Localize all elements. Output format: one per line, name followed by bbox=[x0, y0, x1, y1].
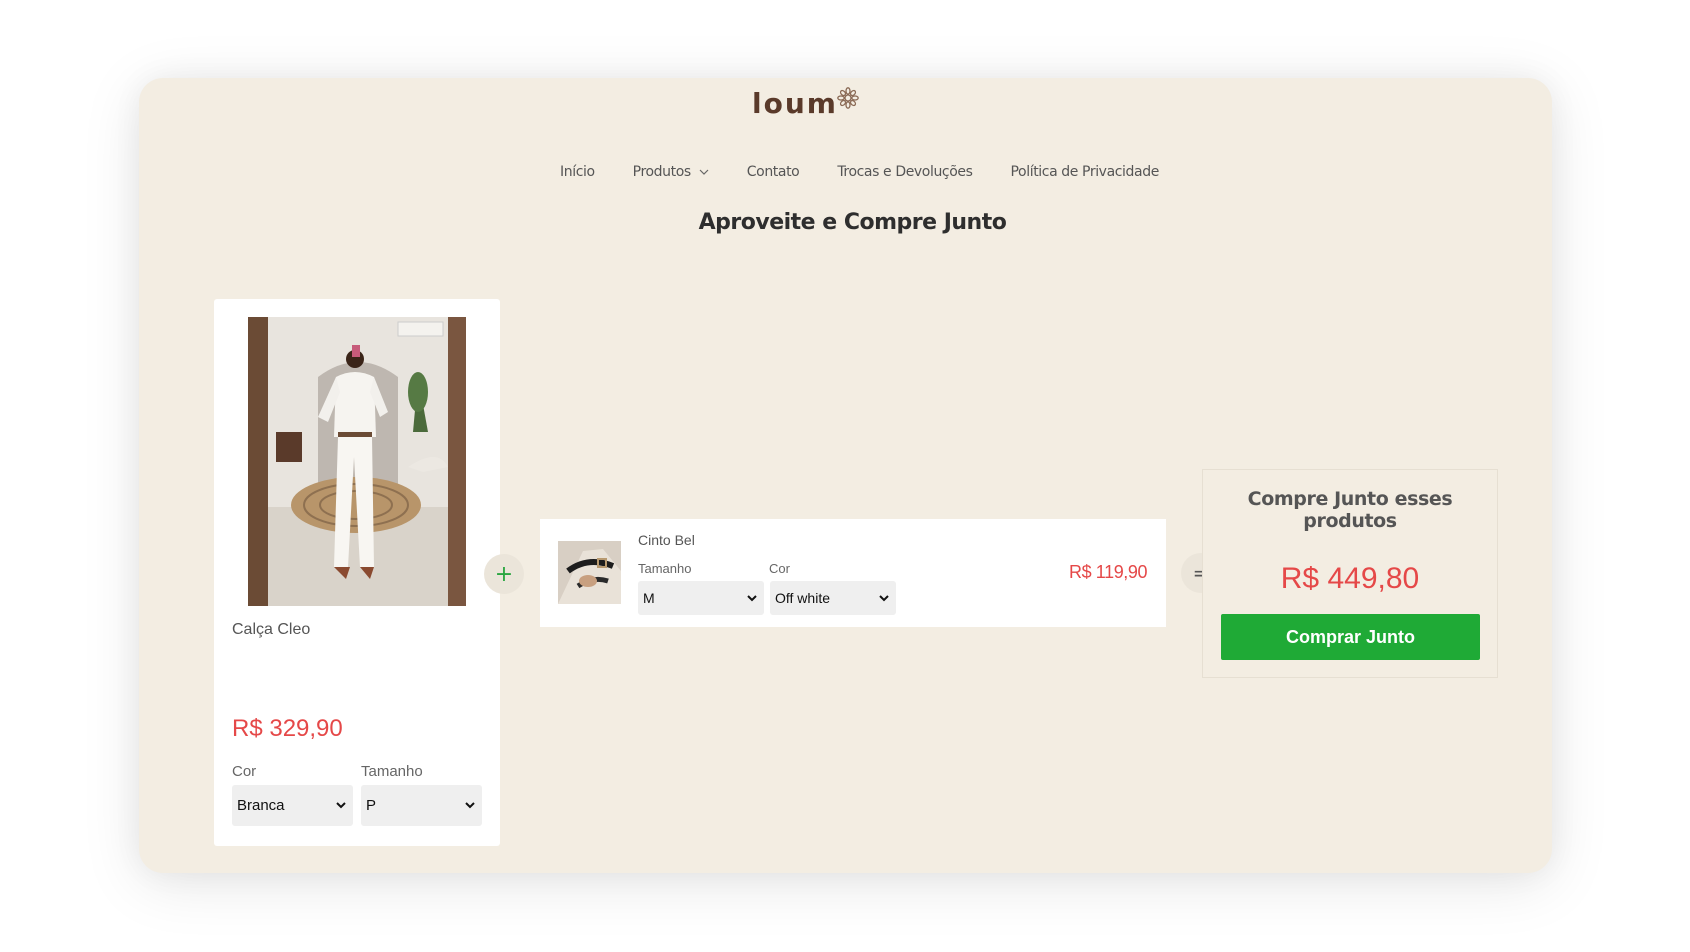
color-select[interactable]: Branca bbox=[232, 785, 353, 826]
product-price: R$ 329,90 bbox=[232, 715, 343, 742]
chevron-down-icon bbox=[465, 802, 475, 809]
bundle-color-select[interactable]: Off white bbox=[770, 581, 896, 615]
summary-title: Compre Junto esses produtos bbox=[1247, 488, 1453, 532]
chevron-down-icon bbox=[747, 595, 757, 602]
nav-item-inicio[interactable]: Início bbox=[560, 164, 595, 180]
flower-icon bbox=[837, 87, 859, 109]
brand-logo[interactable]: Loum bbox=[752, 86, 862, 120]
bundle-summary: Compre Junto esses produtos R$ 449,80 Co… bbox=[1202, 469, 1498, 678]
nav-item-privacidade[interactable]: Política de Privacidade bbox=[1011, 164, 1160, 180]
bundle-item-price: R$ 119,90 bbox=[1069, 562, 1148, 582]
bundle-item-card: Cinto Bel Tamanho Cor M Off white R$ 119… bbox=[540, 519, 1166, 627]
size-select[interactable]: P bbox=[361, 785, 482, 826]
bundle-item-image[interactable] bbox=[558, 541, 621, 604]
chevron-down-icon bbox=[699, 169, 709, 175]
page-title: Aproveite e Compre Junto bbox=[698, 210, 1007, 235]
chevron-down-icon bbox=[879, 595, 889, 602]
bundle-size-select[interactable]: M bbox=[638, 581, 764, 615]
main-nav: Início Produtos Contato Trocas e Devoluç… bbox=[0, 164, 1690, 184]
nav-item-trocas[interactable]: Trocas e Devoluções bbox=[837, 164, 973, 180]
product-name[interactable]: Calça Cleo bbox=[232, 621, 310, 639]
bundle-size-label: Tamanho bbox=[638, 561, 692, 576]
buy-together-button[interactable]: Comprar Junto bbox=[1221, 614, 1480, 660]
bundle-item-name[interactable]: Cinto Bel bbox=[638, 532, 695, 548]
main-product-card: Calça Cleo R$ 329,90 Cor Tamanho Branca … bbox=[214, 299, 500, 846]
nav-item-contato[interactable]: Contato bbox=[747, 164, 800, 180]
chevron-down-icon bbox=[336, 802, 346, 809]
color-label: Cor bbox=[232, 763, 257, 780]
product-image[interactable] bbox=[248, 317, 466, 606]
plus-operator: + bbox=[484, 554, 524, 594]
size-label: Tamanho bbox=[361, 763, 423, 780]
bundle-color-label: Cor bbox=[769, 561, 790, 576]
summary-total: R$ 449,80 bbox=[1280, 562, 1420, 595]
nav-item-produtos[interactable]: Produtos bbox=[633, 164, 709, 180]
logo-text: Loum bbox=[752, 87, 838, 120]
